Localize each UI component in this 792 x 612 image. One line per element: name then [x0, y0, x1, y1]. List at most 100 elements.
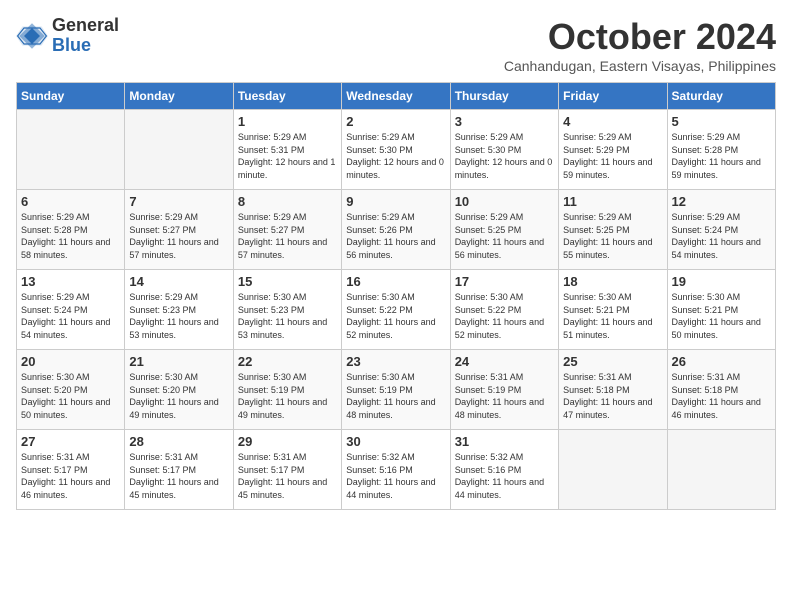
day-cell: 22Sunrise: 5:30 AM Sunset: 5:19 PM Dayli…: [233, 350, 341, 430]
day-info: Sunrise: 5:31 AM Sunset: 5:18 PM Dayligh…: [563, 371, 662, 421]
day-info: Sunrise: 5:31 AM Sunset: 5:19 PM Dayligh…: [455, 371, 554, 421]
day-number: 15: [238, 274, 337, 289]
day-number: 29: [238, 434, 337, 449]
header-monday: Monday: [125, 83, 233, 110]
week-row-1: 1 Sunrise: 5:29 AM Sunset: 5:31 PM Daylig…: [17, 110, 776, 190]
calendar-header: SundayMondayTuesdayWednesdayThursdayFrid…: [17, 83, 776, 110]
day-info: Sunrise: 5:29 AM Sunset: 5:26 PM Dayligh…: [346, 211, 445, 261]
day-info: Sunrise: 5:30 AM Sunset: 5:20 PM Dayligh…: [21, 371, 120, 421]
day-cell: 28Sunrise: 5:31 AM Sunset: 5:17 PM Dayli…: [125, 430, 233, 510]
day-number: 2: [346, 114, 445, 129]
day-cell: 13Sunrise: 5:29 AM Sunset: 5:24 PM Dayli…: [17, 270, 125, 350]
day-cell: 31 Sunrise: 5:32 AM Sunset: 5:16 PM Dayli…: [450, 430, 558, 510]
header-row: SundayMondayTuesdayWednesdayThursdayFrid…: [17, 83, 776, 110]
day-cell: 20Sunrise: 5:30 AM Sunset: 5:20 PM Dayli…: [17, 350, 125, 430]
day-number: 5: [672, 114, 771, 129]
day-number: 31: [455, 434, 554, 449]
week-row-3: 13Sunrise: 5:29 AM Sunset: 5:24 PM Dayli…: [17, 270, 776, 350]
day-cell: 18Sunrise: 5:30 AM Sunset: 5:21 PM Dayli…: [559, 270, 667, 350]
day-cell: 9 Sunrise: 5:29 AM Sunset: 5:26 PM Daylig…: [342, 190, 450, 270]
day-info: Sunrise: 5:31 AM Sunset: 5:17 PM Dayligh…: [21, 451, 120, 501]
title-block: October 2024 Canhandugan, Eastern Visaya…: [504, 16, 776, 74]
day-number: 24: [455, 354, 554, 369]
logo-text: General Blue: [52, 16, 119, 56]
header-friday: Friday: [559, 83, 667, 110]
day-number: 1: [238, 114, 337, 129]
week-row-5: 27 Sunrise: 5:31 AM Sunset: 5:17 PM Dayli…: [17, 430, 776, 510]
day-cell: 17Sunrise: 5:30 AM Sunset: 5:22 PM Dayli…: [450, 270, 558, 350]
day-cell: [559, 430, 667, 510]
day-info: Sunrise: 5:30 AM Sunset: 5:20 PM Dayligh…: [129, 371, 228, 421]
day-cell: 8Sunrise: 5:29 AM Sunset: 5:27 PM Daylig…: [233, 190, 341, 270]
logo-icon: [16, 20, 48, 52]
day-number: 27: [21, 434, 120, 449]
day-number: 25: [563, 354, 662, 369]
page-header: General Blue October 2024 Canhandugan, E…: [16, 16, 776, 74]
day-info: Sunrise: 5:29 AM Sunset: 5:28 PM Dayligh…: [672, 131, 771, 181]
day-cell: [125, 110, 233, 190]
logo-blue-text: Blue: [52, 36, 119, 56]
header-tuesday: Tuesday: [233, 83, 341, 110]
day-cell: 5 Sunrise: 5:29 AM Sunset: 5:28 PM Daylig…: [667, 110, 775, 190]
day-info: Sunrise: 5:29 AM Sunset: 5:25 PM Dayligh…: [455, 211, 554, 261]
day-info: Sunrise: 5:30 AM Sunset: 5:23 PM Dayligh…: [238, 291, 337, 341]
day-cell: 2Sunrise: 5:29 AM Sunset: 5:30 PM Daylig…: [342, 110, 450, 190]
week-row-2: 6 Sunrise: 5:29 AM Sunset: 5:28 PM Daylig…: [17, 190, 776, 270]
day-cell: [667, 430, 775, 510]
day-info: Sunrise: 5:32 AM Sunset: 5:16 PM Dayligh…: [455, 451, 554, 501]
day-cell: 7Sunrise: 5:29 AM Sunset: 5:27 PM Daylig…: [125, 190, 233, 270]
day-info: Sunrise: 5:29 AM Sunset: 5:23 PM Dayligh…: [129, 291, 228, 341]
day-number: 18: [563, 274, 662, 289]
day-number: 8: [238, 194, 337, 209]
calendar-body: 1 Sunrise: 5:29 AM Sunset: 5:31 PM Daylig…: [17, 110, 776, 510]
month-title: October 2024: [504, 16, 776, 58]
day-number: 16: [346, 274, 445, 289]
day-info: Sunrise: 5:30 AM Sunset: 5:19 PM Dayligh…: [346, 371, 445, 421]
day-cell: 10 Sunrise: 5:29 AM Sunset: 5:25 PM Dayli…: [450, 190, 558, 270]
day-number: 21: [129, 354, 228, 369]
day-cell: 12Sunrise: 5:29 AM Sunset: 5:24 PM Dayli…: [667, 190, 775, 270]
day-cell: [17, 110, 125, 190]
day-number: 4: [563, 114, 662, 129]
day-info: Sunrise: 5:29 AM Sunset: 5:31 PM Dayligh…: [238, 131, 337, 181]
header-wednesday: Wednesday: [342, 83, 450, 110]
calendar-table: SundayMondayTuesdayWednesdayThursdayFrid…: [16, 82, 776, 510]
day-number: 13: [21, 274, 120, 289]
day-cell: 14Sunrise: 5:29 AM Sunset: 5:23 PM Dayli…: [125, 270, 233, 350]
day-info: Sunrise: 5:31 AM Sunset: 5:18 PM Dayligh…: [672, 371, 771, 421]
day-number: 11: [563, 194, 662, 209]
day-number: 26: [672, 354, 771, 369]
day-cell: 15 Sunrise: 5:30 AM Sunset: 5:23 PM Dayli…: [233, 270, 341, 350]
day-cell: 27 Sunrise: 5:31 AM Sunset: 5:17 PM Dayli…: [17, 430, 125, 510]
day-info: Sunrise: 5:29 AM Sunset: 5:30 PM Dayligh…: [455, 131, 554, 181]
logo: General Blue: [16, 16, 119, 56]
day-number: 6: [21, 194, 120, 209]
day-number: 23: [346, 354, 445, 369]
day-number: 9: [346, 194, 445, 209]
location-subtitle: Canhandugan, Eastern Visayas, Philippine…: [504, 58, 776, 74]
day-info: Sunrise: 5:30 AM Sunset: 5:22 PM Dayligh…: [346, 291, 445, 341]
day-info: Sunrise: 5:29 AM Sunset: 5:27 PM Dayligh…: [129, 211, 228, 261]
day-number: 22: [238, 354, 337, 369]
day-cell: 30 Sunrise: 5:32 AM Sunset: 5:16 PM Dayli…: [342, 430, 450, 510]
day-info: Sunrise: 5:30 AM Sunset: 5:22 PM Dayligh…: [455, 291, 554, 341]
header-sunday: Sunday: [17, 83, 125, 110]
day-info: Sunrise: 5:29 AM Sunset: 5:25 PM Dayligh…: [563, 211, 662, 261]
day-cell: 19 Sunrise: 5:30 AM Sunset: 5:21 PM Dayli…: [667, 270, 775, 350]
day-number: 12: [672, 194, 771, 209]
day-info: Sunrise: 5:32 AM Sunset: 5:16 PM Dayligh…: [346, 451, 445, 501]
day-cell: 26 Sunrise: 5:31 AM Sunset: 5:18 PM Dayli…: [667, 350, 775, 430]
logo-general-text: General: [52, 16, 119, 36]
day-cell: 1 Sunrise: 5:29 AM Sunset: 5:31 PM Daylig…: [233, 110, 341, 190]
day-number: 19: [672, 274, 771, 289]
day-number: 10: [455, 194, 554, 209]
day-info: Sunrise: 5:31 AM Sunset: 5:17 PM Dayligh…: [129, 451, 228, 501]
day-number: 30: [346, 434, 445, 449]
day-cell: 11 Sunrise: 5:29 AM Sunset: 5:25 PM Dayli…: [559, 190, 667, 270]
day-info: Sunrise: 5:31 AM Sunset: 5:17 PM Dayligh…: [238, 451, 337, 501]
day-info: Sunrise: 5:29 AM Sunset: 5:28 PM Dayligh…: [21, 211, 120, 261]
day-info: Sunrise: 5:30 AM Sunset: 5:21 PM Dayligh…: [672, 291, 771, 341]
header-saturday: Saturday: [667, 83, 775, 110]
day-cell: 29 Sunrise: 5:31 AM Sunset: 5:17 PM Dayli…: [233, 430, 341, 510]
day-cell: 23 Sunrise: 5:30 AM Sunset: 5:19 PM Dayli…: [342, 350, 450, 430]
